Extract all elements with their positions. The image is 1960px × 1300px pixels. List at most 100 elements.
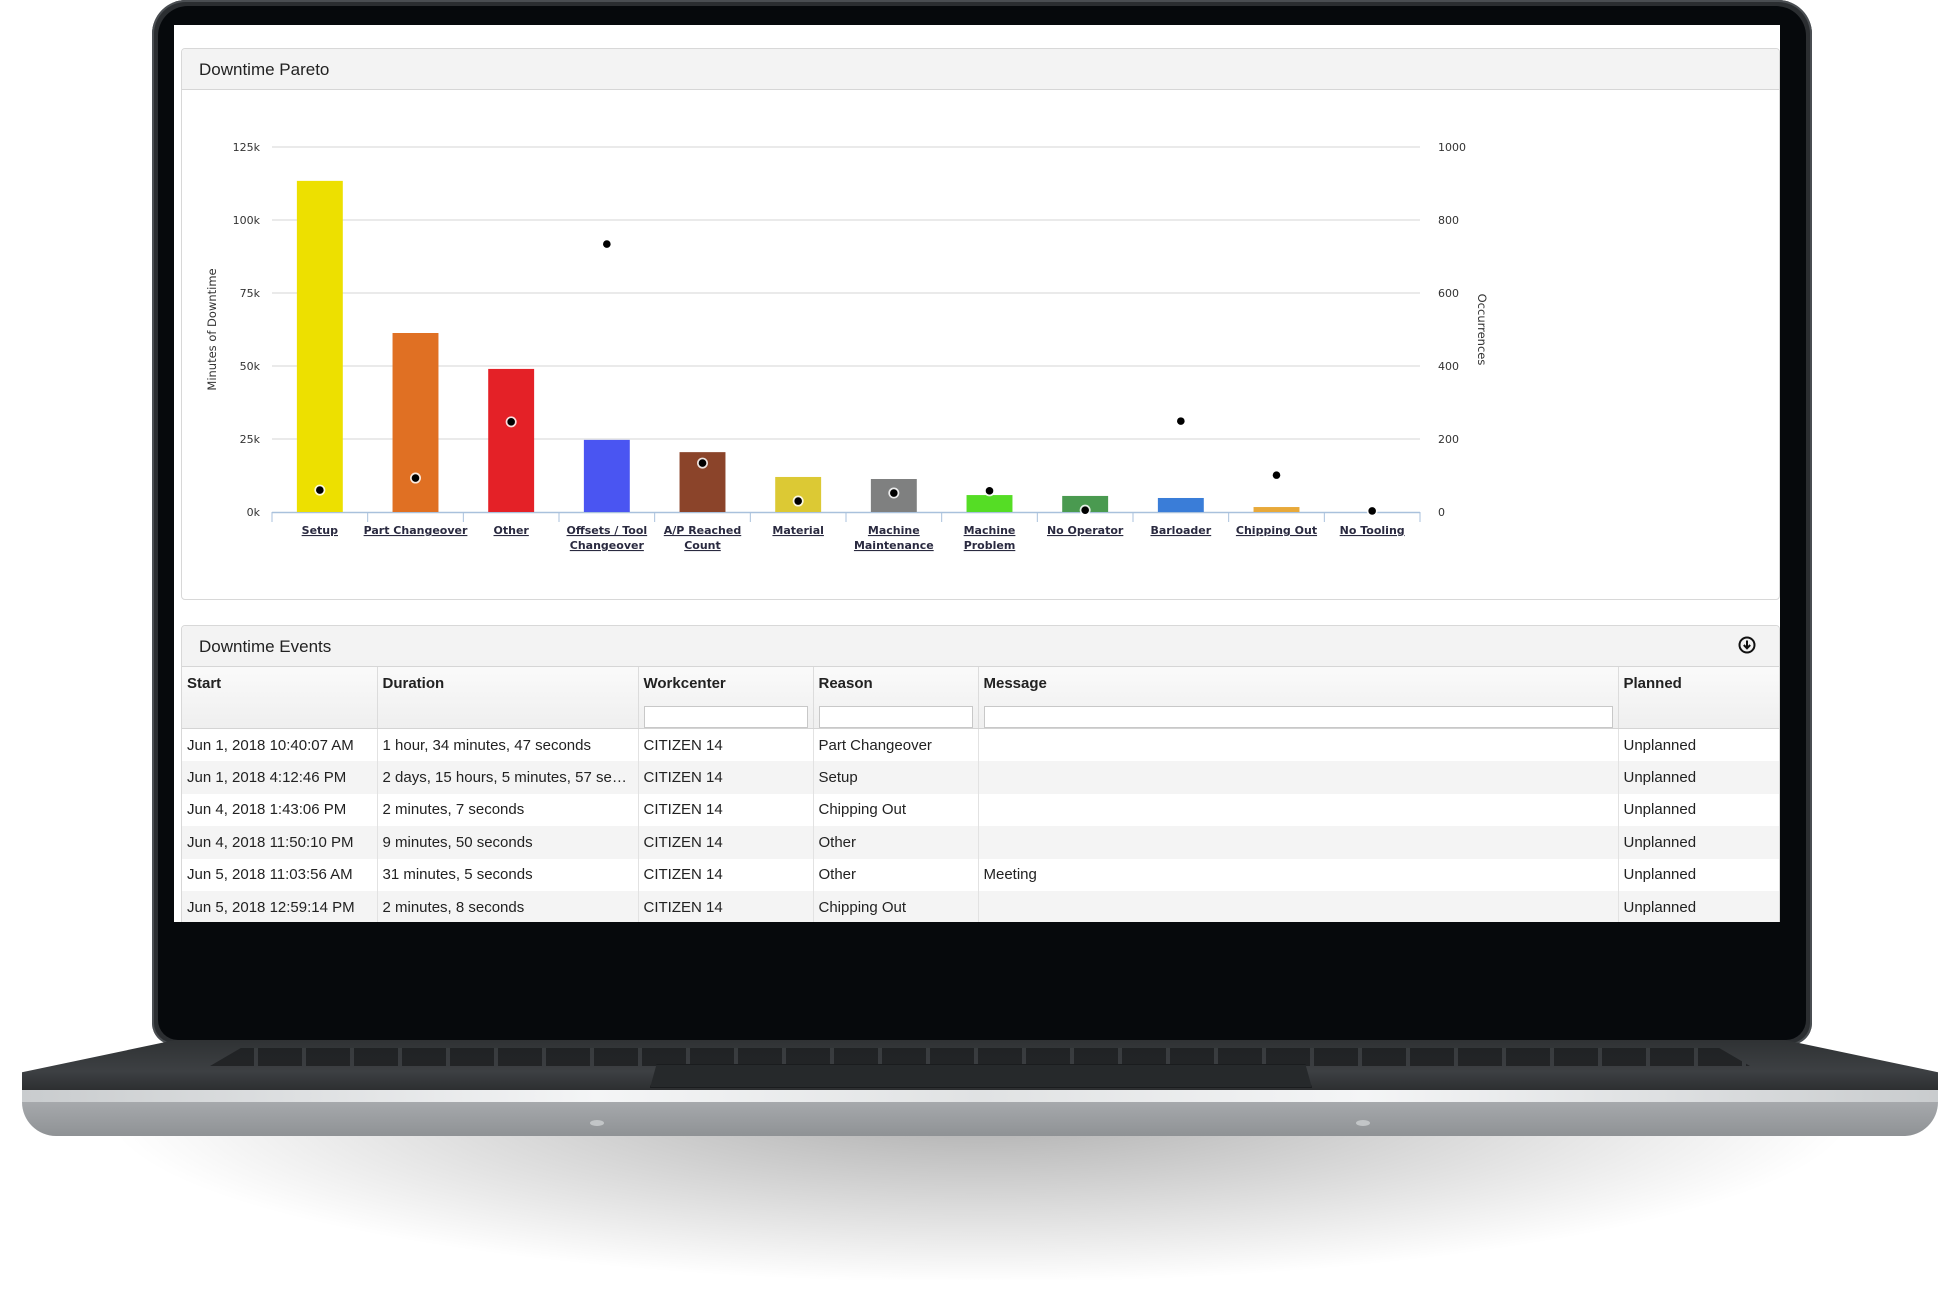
- bar-setup: [296, 180, 343, 512]
- x-category-label[interactable]: Machine Maintenance: [854, 524, 934, 552]
- start-cell: Jun 4, 2018 11:50:10 PM: [182, 826, 378, 859]
- x-category-label-line: Maintenance: [854, 539, 934, 552]
- y-axis-title: Minutes of Downtime: [205, 268, 219, 390]
- column-header-duration[interactable]: Duration: [377, 667, 639, 729]
- occurrence-point: [1272, 471, 1281, 479]
- laptop-foot: [590, 1120, 604, 1126]
- occurrence-point: [316, 486, 324, 494]
- workcenter-cell: CITIZEN 14: [638, 728, 814, 762]
- y2-tick-label: 200: [1438, 433, 1459, 446]
- start-cell: Jun 4, 2018 1:43:06 PM: [182, 793, 378, 827]
- x-category-label[interactable]: Material: [772, 524, 823, 537]
- download-button[interactable]: [1737, 635, 1757, 655]
- x-category-label-line: Problem: [964, 539, 1016, 552]
- x-category-label-line: A/P Reached: [664, 524, 741, 537]
- column-header-planned[interactable]: Planned: [1618, 667, 1779, 729]
- x-category-label[interactable]: Chipping Out: [1236, 524, 1317, 537]
- reason-cell: Part Changeover: [813, 728, 979, 762]
- downtime-events-table: Start Duration Workcenter Reason Message…: [182, 667, 1779, 922]
- laptop-front-lip: [22, 1090, 1938, 1102]
- column-header-start[interactable]: Start: [182, 667, 378, 729]
- x-category-label-line: No Operator: [1047, 524, 1124, 537]
- x-category-label-line: Barloader: [1150, 524, 1211, 537]
- x-category-label-line: Part Changeover: [364, 524, 468, 537]
- x-category-label-line: No Tooling: [1340, 524, 1405, 537]
- bar-part-changeover: [392, 333, 439, 512]
- x-category-label[interactable]: Machine Problem: [964, 524, 1016, 552]
- laptop-keyboard: [210, 1048, 1750, 1066]
- occurrence-point: [794, 497, 802, 505]
- duration-cell: 9 minutes, 50 seconds: [377, 826, 639, 859]
- table-row[interactable]: Jun 4, 2018 1:43:06 PM 2 minutes, 7 secon…: [182, 793, 1779, 827]
- downtime-events-panel: Downtime Events Start Duration Workcente…: [181, 625, 1780, 922]
- start-cell: Jun 1, 2018 10:40:07 AM: [182, 728, 378, 762]
- x-category-label[interactable]: Offsets / Tool Changeover: [566, 524, 647, 552]
- table-row[interactable]: Jun 4, 2018 11:50:10 PM 9 minutes, 50 sec…: [182, 826, 1779, 859]
- start-cell: Jun 5, 2018 12:59:14 PM: [182, 890, 378, 922]
- bar-other: [488, 368, 535, 512]
- x-category-label-line: Count: [684, 539, 721, 552]
- downtime-pareto-panel: Downtime Pareto 0k 0 25k 200 50k 400 75k 600 100…: [181, 48, 1780, 600]
- occurrence-point: [411, 474, 420, 482]
- table-row[interactable]: Jun 5, 2018 12:59:14 PM 2 minutes, 8 seco…: [182, 890, 1779, 922]
- x-category-label[interactable]: Part Changeover: [364, 524, 468, 537]
- start-cell: Jun 1, 2018 4:12:46 PM: [182, 761, 378, 794]
- y-tick-label: 25k: [240, 433, 261, 446]
- start-cell: Jun 5, 2018 11:03:56 AM: [182, 858, 378, 891]
- occurrence-point: [890, 489, 898, 497]
- x-category-label-line: Changeover: [570, 539, 645, 552]
- workcenter-cell: CITIZEN 14: [638, 761, 814, 794]
- x-category-label[interactable]: No Tooling: [1340, 524, 1405, 537]
- x-category-label[interactable]: Other: [494, 524, 530, 537]
- panel-title: Downtime Events: [199, 637, 332, 656]
- x-category-label-line: Setup: [302, 524, 338, 537]
- y2-tick-label: 0: [1438, 506, 1445, 519]
- planned-cell: Unplanned: [1618, 890, 1779, 922]
- x-category-label-line: Material: [772, 524, 823, 537]
- y2-tick-label: 600: [1438, 287, 1459, 300]
- table-row[interactable]: Jun 1, 2018 10:40:07 AM 1 hour, 34 minute…: [182, 728, 1779, 762]
- occurrence-point: [507, 418, 515, 426]
- laptop-foot: [1356, 1120, 1370, 1126]
- reason-cell: Other: [813, 858, 979, 891]
- y2-tick-label: 1000: [1438, 141, 1466, 154]
- x-category-label-line: Machine: [964, 524, 1016, 537]
- column-header-workcenter[interactable]: Workcenter: [638, 667, 814, 729]
- bar-offsets-tool-changeover: [583, 439, 630, 512]
- planned-cell: Unplanned: [1618, 761, 1779, 794]
- table-row[interactable]: Jun 1, 2018 4:12:46 PM 2 days, 15 hours, …: [182, 761, 1779, 794]
- pareto-chart: 0k 0 25k 200 50k 400 75k 600 100k 800 125k 1000 Minu…: [205, 141, 1489, 552]
- x-category-label[interactable]: No Operator: [1047, 524, 1124, 537]
- x-category-label-line: Offsets / Tool: [566, 524, 647, 537]
- x-category-label[interactable]: Barloader: [1150, 524, 1211, 537]
- screen: Downtime Pareto 0k 0 25k 200 50k 400 75k 600 100…: [174, 25, 1780, 922]
- y-tick-label: 125k: [233, 141, 261, 154]
- y-tick-label: 0k: [247, 506, 261, 519]
- reason-cell: Setup: [813, 761, 979, 794]
- panel-header: Downtime Events: [182, 626, 1779, 667]
- x-category-label-line: Other: [494, 524, 530, 537]
- column-header-message[interactable]: Message: [978, 667, 1619, 729]
- workcenter-filter-input[interactable]: [643, 706, 808, 728]
- x-category-label[interactable]: A/P Reached Count: [664, 524, 741, 552]
- occurrence-point: [698, 459, 707, 467]
- x-category-label[interactable]: Setup: [302, 524, 338, 537]
- reason-filter-input[interactable]: [818, 706, 973, 728]
- workcenter-cell: CITIZEN 14: [638, 793, 814, 827]
- table-row[interactable]: Jun 5, 2018 11:03:56 AM 31 minutes, 5 sec…: [182, 858, 1779, 891]
- y2-tick-label: 400: [1438, 360, 1459, 373]
- bar-material: [775, 476, 822, 512]
- column-label: Start: [187, 675, 222, 692]
- reason-cell: Chipping Out: [813, 890, 979, 922]
- column-label: Reason: [818, 675, 873, 692]
- message-cell: [978, 890, 1619, 922]
- duration-cell: 1 hour, 34 minutes, 47 seconds: [377, 728, 639, 762]
- message-filter-input[interactable]: [983, 706, 1613, 728]
- occurrence-point: [985, 487, 994, 495]
- reason-cell: Chipping Out: [813, 793, 979, 827]
- message-cell: [978, 826, 1619, 859]
- workcenter-cell: CITIZEN 14: [638, 826, 814, 859]
- bar-chipping-out: [1253, 507, 1300, 512]
- reason-cell: Other: [813, 826, 979, 859]
- column-header-reason[interactable]: Reason: [813, 667, 979, 729]
